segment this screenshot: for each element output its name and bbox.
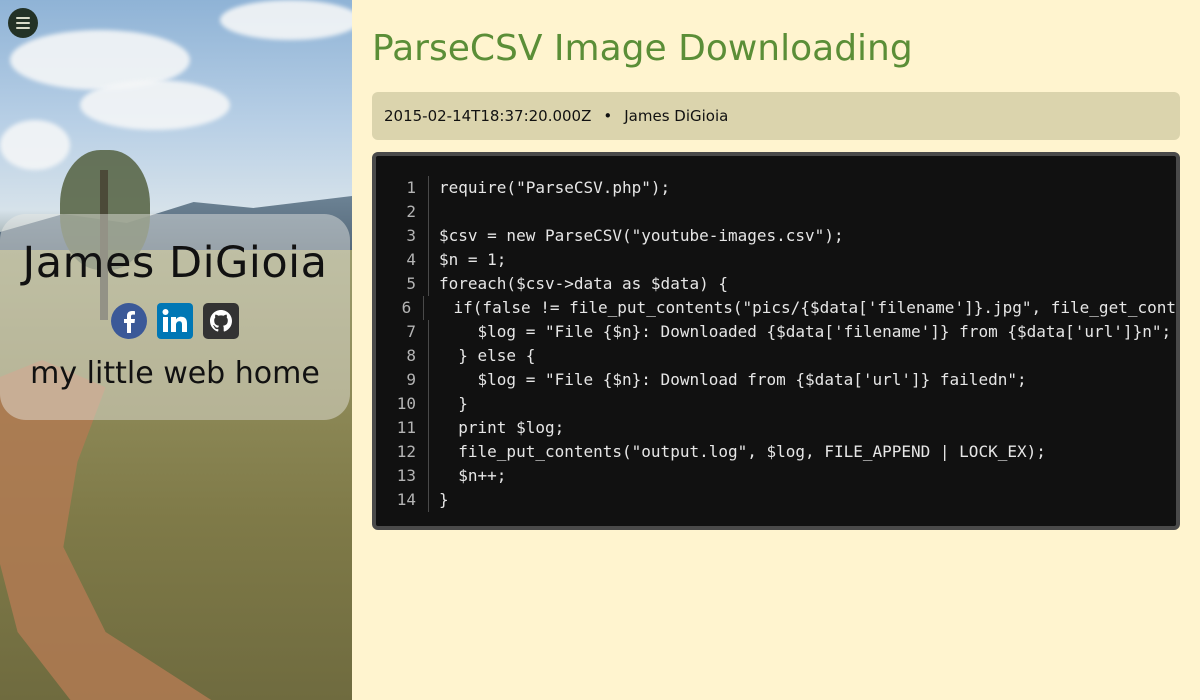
code-line: 13 $n++; <box>376 464 1176 488</box>
code-text: require("ParseCSV.php"); <box>439 178 671 197</box>
code-text: $n = 1; <box>439 250 507 269</box>
code-text: } <box>439 490 449 509</box>
profile-name: James DiGioia <box>22 238 328 288</box>
line-number: 4 <box>376 248 429 272</box>
code-text: } else { <box>439 346 536 365</box>
code-text: file_put_contents("output.log", $log, FI… <box>439 442 1046 461</box>
code-line: 4 $n = 1; <box>376 248 1176 272</box>
profile-card: James DiGioia my little web home <box>0 214 350 420</box>
code-line: 8 } else { <box>376 344 1176 368</box>
code-line: 3 $csv = new ParseCSV("youtube-images.csv… <box>376 224 1176 248</box>
code-block[interactable]: 1 require("ParseCSV.php"); 2 3 $csv = new … <box>372 152 1180 530</box>
sidebar: James DiGioia my little web home <box>0 0 352 700</box>
code-line: 14} <box>376 488 1176 512</box>
code-text: $log = "File {$n}: Downloaded {$data['fi… <box>439 322 1172 341</box>
code-line: 6 if(false != file_put_contents("pics/{$… <box>376 296 1176 320</box>
facebook-link[interactable] <box>110 302 148 340</box>
line-number: 9 <box>376 368 429 392</box>
code-text: $csv = new ParseCSV("youtube-images.csv"… <box>439 226 844 245</box>
code-line: 1 require("ParseCSV.php"); <box>376 176 1176 200</box>
line-number: 2 <box>376 200 429 224</box>
post-author: James DiGioia <box>624 107 729 125</box>
code-line: 11 print $log; <box>376 416 1176 440</box>
cloud <box>0 120 70 170</box>
code-line: 10 } <box>376 392 1176 416</box>
line-number: 14 <box>376 488 429 512</box>
code-text: print $log; <box>439 418 565 437</box>
linkedin-icon <box>157 303 193 339</box>
code-text: $n++; <box>439 466 507 485</box>
code-line: 2 <box>376 200 1176 224</box>
line-number: 5 <box>376 272 429 296</box>
line-number: 10 <box>376 392 429 416</box>
tagline: my little web home <box>30 356 320 391</box>
page-title: ParseCSV Image Downloading <box>372 28 913 69</box>
social-links <box>0 302 350 340</box>
post-meta: 2015-02-14T18:37:20.000Z • James DiGioia <box>372 92 1180 140</box>
line-number: 11 <box>376 416 429 440</box>
post-date: 2015-02-14T18:37:20.000Z <box>384 107 592 125</box>
line-number: 1 <box>376 176 429 200</box>
github-link[interactable] <box>202 302 240 340</box>
code-text: } <box>439 394 468 413</box>
menu-icon <box>16 17 30 19</box>
code-lines: 1 require("ParseCSV.php"); 2 3 $csv = new … <box>376 176 1176 512</box>
line-number: 13 <box>376 464 429 488</box>
line-number: 7 <box>376 320 429 344</box>
main-content: ParseCSV Image Downloading 2015-02-14T18… <box>372 0 1180 530</box>
line-number: 6 <box>376 296 425 320</box>
line-number: 8 <box>376 344 429 368</box>
code-text: if(false != file_put_contents("pics/{$da… <box>434 298 1176 317</box>
line-number: 12 <box>376 440 429 464</box>
facebook-icon <box>111 303 147 339</box>
cloud <box>220 0 352 40</box>
code-text: $log = "File {$n}: Download from {$data[… <box>439 370 1027 389</box>
code-line: 9 $log = "File {$n}: Download from {$dat… <box>376 368 1176 392</box>
github-icon <box>203 303 239 339</box>
code-line: 7 $log = "File {$n}: Downloaded {$data['… <box>376 320 1176 344</box>
linkedin-link[interactable] <box>156 302 194 340</box>
meta-separator: • <box>603 107 613 125</box>
code-line: 12 file_put_contents("output.log", $log,… <box>376 440 1176 464</box>
code-line: 5 foreach($csv->data as $data) { <box>376 272 1176 296</box>
code-text: foreach($csv->data as $data) { <box>439 274 728 293</box>
menu-button[interactable] <box>8 8 38 38</box>
cloud <box>80 80 230 130</box>
line-number: 3 <box>376 224 429 248</box>
